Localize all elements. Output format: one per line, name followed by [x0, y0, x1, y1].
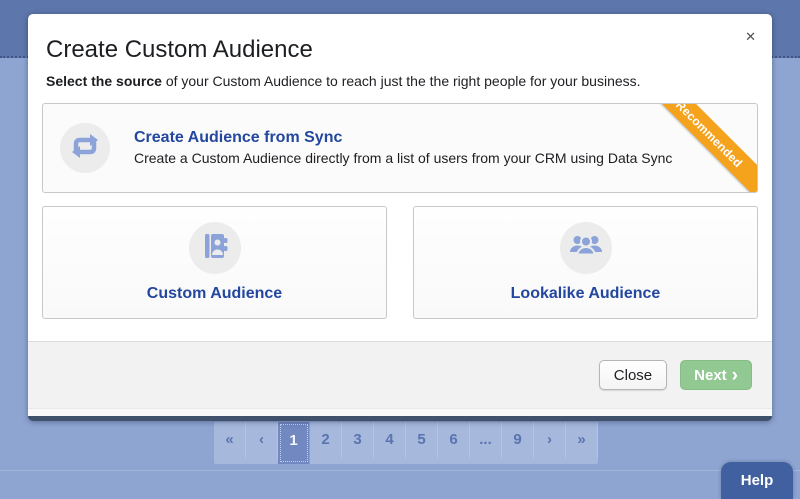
custom-audience-icon-circle [189, 222, 241, 274]
people-group-icon [561, 221, 611, 276]
sync-card-text: Create Audience from Sync Create a Custo… [134, 128, 672, 168]
pagination-page-4[interactable]: 4 [374, 422, 406, 458]
dialog-body: Create Audience from Sync Create a Custo… [28, 89, 772, 319]
dialog-bottom-strip [28, 408, 772, 416]
sync-card-title: Create Audience from Sync [134, 128, 672, 148]
pagination-next[interactable]: › [534, 422, 566, 458]
audience-type-cards: Custom Audience [42, 206, 758, 319]
background-divider [0, 470, 800, 471]
pagination-page-2[interactable]: 2 [310, 422, 342, 458]
pagination-prev[interactable]: ‹ [246, 422, 278, 458]
dialog-title: Create Custom Audience [46, 36, 754, 64]
next-button[interactable]: Next › [680, 360, 752, 390]
pagination-page-6[interactable]: 6 [438, 422, 470, 458]
pagination-page-1[interactable]: 1 [278, 422, 310, 464]
sync-icon-circle [60, 123, 110, 173]
sync-card-description: Create a Custom Audience directly from a… [134, 149, 672, 168]
close-icon[interactable]: ✕ [745, 30, 756, 43]
lookalike-audience-label: Lookalike Audience [511, 285, 661, 303]
lookalike-audience-card[interactable]: Lookalike Audience [413, 206, 758, 319]
next-button-label: Next [694, 367, 727, 384]
dialog-header: Create Custom Audience ✕ Select the sour… [28, 14, 772, 89]
dialog-subtitle: Select the source of your Custom Audienc… [46, 73, 754, 89]
pagination-first[interactable]: « [214, 422, 246, 458]
lookalike-audience-icon-circle [560, 222, 612, 274]
pagination-page-5[interactable]: 5 [406, 422, 438, 458]
create-audience-from-sync-card[interactable]: Create Audience from Sync Create a Custo… [42, 103, 758, 193]
pagination-last[interactable]: » [566, 422, 598, 458]
pagination-ellipsis: ... [470, 422, 502, 458]
help-button[interactable]: Help [721, 462, 793, 499]
subtitle-rest-text: of your Custom Audience to reach just th… [162, 73, 641, 89]
close-button[interactable]: Close [599, 360, 667, 390]
create-custom-audience-dialog: Create Custom Audience ✕ Select the sour… [28, 14, 772, 421]
address-book-icon [190, 221, 240, 276]
sync-arrows-icon [60, 121, 110, 176]
subtitle-bold-text: Select the source [46, 73, 162, 89]
pagination-page-9[interactable]: 9 [502, 422, 534, 458]
chevron-right-icon: › [732, 368, 738, 383]
page-background: « ‹ 1 2 3 4 5 6 ... 9 › » Help Create Cu… [0, 0, 800, 499]
custom-audience-label: Custom Audience [147, 285, 282, 303]
pagination: « ‹ 1 2 3 4 5 6 ... 9 › » [214, 422, 598, 464]
pagination-page-3[interactable]: 3 [342, 422, 374, 458]
custom-audience-card[interactable]: Custom Audience [42, 206, 387, 319]
dialog-footer: Close Next › [28, 341, 772, 408]
